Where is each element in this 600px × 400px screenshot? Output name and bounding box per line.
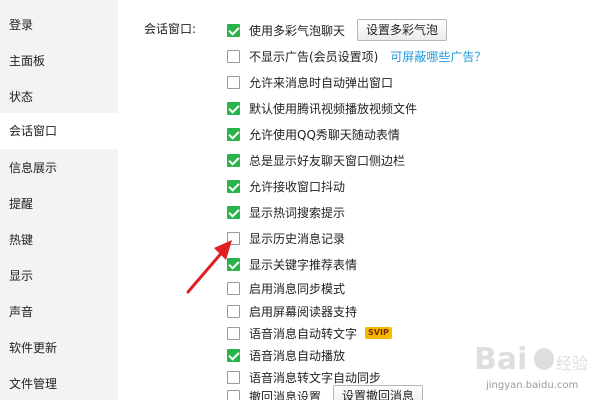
sidebar-item-info-display[interactable]: 信息展示 [0,150,118,186]
option-label: 语音消息转文字自动同步 [249,370,382,385]
option-label: 使用多彩气泡聊天 [249,23,346,38]
option-tencent-video: 默认使用腾讯视频播放视频文件 [227,98,417,118]
checkbox[interactable] [227,370,240,384]
option-show-sidebar: 总是显示好友聊天窗口侧边栏 [227,150,405,170]
option-screen-reader: 启用屏幕阅读器支持 [227,301,357,321]
option-colorful-bubbles: 使用多彩气泡聊天 设置多彩气泡 [227,19,448,41]
option-label: 允许使用QQ秀聊天随动表情 [249,127,400,142]
checkbox[interactable] [227,179,240,193]
checkbox[interactable] [227,326,240,340]
set-bubbles-button[interactable]: 设置多彩气泡 [357,19,448,41]
checkbox[interactable] [227,389,240,400]
sidebar-item-status[interactable]: 状态 [0,79,118,115]
annotation-arrow-icon [186,240,232,294]
svg-text:经验: 经验 [556,354,588,373]
option-label: 允许接收窗口抖动 [249,179,346,194]
checkbox[interactable] [227,101,240,115]
option-sync-mode: 启用消息同步模式 [227,278,345,298]
option-label: 显示关键字推荐表情 [249,257,358,272]
option-voice-text-sync: 语音消息转文字自动同步 [227,367,381,387]
checkbox[interactable] [227,23,240,37]
svg-text:Bai: Bai [474,342,527,377]
option-label: 默认使用腾讯视频播放视频文件 [249,101,418,116]
section-label: 会话窗口: [144,22,197,36]
option-label: 语音消息自动转文字 [249,326,358,341]
option-qq-show-emotes: 允许使用QQ秀聊天随动表情 [227,124,400,144]
sidebar-item-reminder[interactable]: 提醒 [0,186,118,222]
option-label: 启用消息同步模式 [249,281,346,296]
checkbox[interactable] [227,153,240,167]
option-label: 显示历史消息记录 [249,231,346,246]
option-voice-to-text: 语音消息自动转文字 SVIP [227,323,392,343]
checkbox[interactable] [227,49,240,63]
option-label: 不显示广告(会员设置项) [249,49,379,64]
sidebar-item-main-panel[interactable]: 主面板 [0,43,118,79]
settings-sidebar: 登录 主面板 状态 会话窗口 信息展示 提醒 热键 显示 声音 软件更新 文件管… [0,0,118,400]
option-history-messages: 显示历史消息记录 [227,228,345,248]
checkbox[interactable] [227,75,240,89]
option-hot-words: 显示热词搜索提示 [227,202,345,222]
option-label: 允许来消息时自动弹出窗口 [249,75,394,90]
checkbox[interactable] [227,127,240,141]
set-recall-button[interactable]: 设置撤回消息 [333,385,424,400]
option-recall-settings: 撤回消息设置 设置撤回消息 [227,385,424,400]
checkbox[interactable] [227,348,240,362]
option-label: 显示热词搜索提示 [249,205,346,220]
sidebar-item-file-management[interactable]: 文件管理 [0,366,118,400]
sidebar-item-sound[interactable]: 声音 [0,294,118,330]
checkbox[interactable] [227,205,240,219]
checkbox[interactable] [227,304,240,318]
option-label: 撤回消息设置 [249,389,322,400]
sidebar-item-software-update[interactable]: 软件更新 [0,330,118,366]
option-keyword-emotes: 显示关键字推荐表情 [227,254,357,274]
sidebar-item-chat-window[interactable]: 会话窗口 [0,113,118,149]
option-voice-autoplay: 语音消息自动播放 [227,345,345,365]
sidebar-item-display[interactable]: 显示 [0,258,118,294]
sidebar-item-hotkeys[interactable]: 热键 [0,222,118,258]
option-label: 启用屏幕阅读器支持 [249,304,358,319]
option-window-shake: 允许接收窗口抖动 [227,176,345,196]
svip-badge: SVIP [365,327,392,339]
ads-info-link[interactable]: 可屏蔽哪些广告？ [390,48,486,65]
option-auto-popup: 允许来消息时自动弹出窗口 [227,72,393,92]
watermark-url: jingyan.baidu.com [486,380,579,391]
option-label: 语音消息自动播放 [249,348,346,363]
option-hide-ads: 不显示广告(会员设置项) 可屏蔽哪些广告？ [227,46,486,66]
sidebar-item-login[interactable]: 登录 [0,7,118,43]
option-label: 总是显示好友聊天窗口侧边栏 [249,153,406,168]
